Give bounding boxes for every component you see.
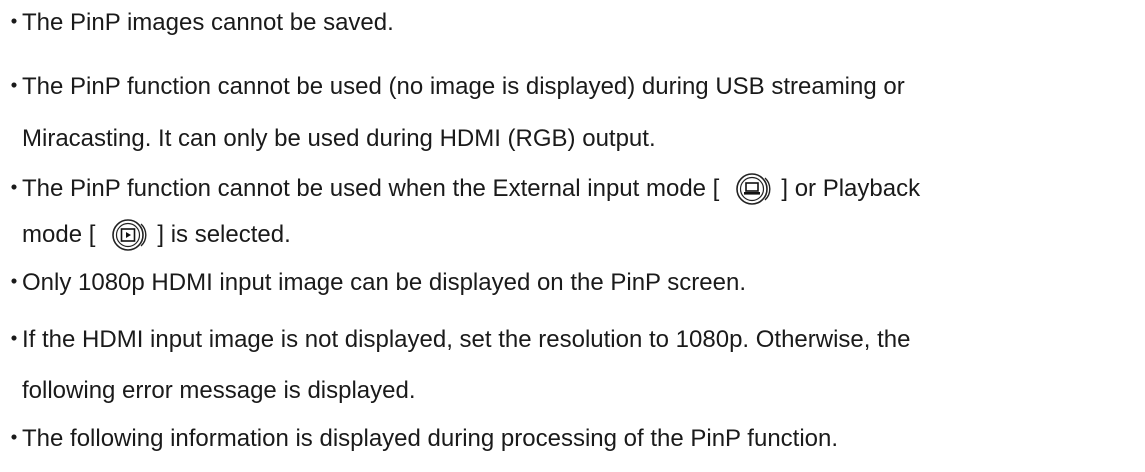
- note-item-3: ・ The PinP function cannot be used when …: [0, 172, 920, 206]
- note-item-2-continued: Miracasting. It can only be used during …: [22, 124, 656, 154]
- note-item-5: ・ If the HDMI input image is not display…: [0, 325, 910, 355]
- bullet: ・: [2, 9, 26, 36]
- bullet: ・: [2, 269, 26, 296]
- note-text: mode [: [22, 221, 96, 248]
- note-item-1: ・ The PinP images cannot be saved.: [0, 8, 394, 38]
- note-text: Only 1080p HDMI input image can be displ…: [22, 269, 746, 296]
- note-item-4: ・ Only 1080p HDMI input image can be dis…: [0, 268, 746, 298]
- notes-list: ・ The PinP images cannot be saved. ・ The…: [0, 0, 1145, 472]
- note-text: The PinP function cannot be used when th…: [22, 175, 720, 202]
- bullet: ・: [2, 425, 26, 452]
- external-input-mode-icon: [733, 172, 775, 206]
- note-text: The PinP function cannot be used (no ima…: [22, 73, 905, 100]
- note-text: If the HDMI input image is not displayed…: [22, 326, 911, 353]
- note-item-6: ・ The following information is displayed…: [0, 424, 838, 454]
- playback-mode-icon: [109, 218, 151, 252]
- note-text: ] or Playback: [781, 175, 921, 202]
- note-text: ] is selected.: [157, 221, 291, 248]
- note-text: Miracasting. It can only be used during …: [22, 125, 656, 152]
- note-item-3-continued: mode [ ] is selected.: [22, 218, 291, 252]
- bullet: ・: [2, 326, 26, 353]
- bullet: ・: [2, 175, 26, 202]
- bullet: ・: [2, 73, 26, 100]
- note-text: The PinP images cannot be saved.: [22, 9, 394, 36]
- note-item-2: ・ The PinP function cannot be used (no i…: [0, 72, 905, 102]
- note-text: following error message is displayed.: [22, 377, 416, 404]
- note-text: The following information is displayed d…: [22, 425, 839, 452]
- note-item-5-continued: following error message is displayed.: [22, 376, 416, 406]
